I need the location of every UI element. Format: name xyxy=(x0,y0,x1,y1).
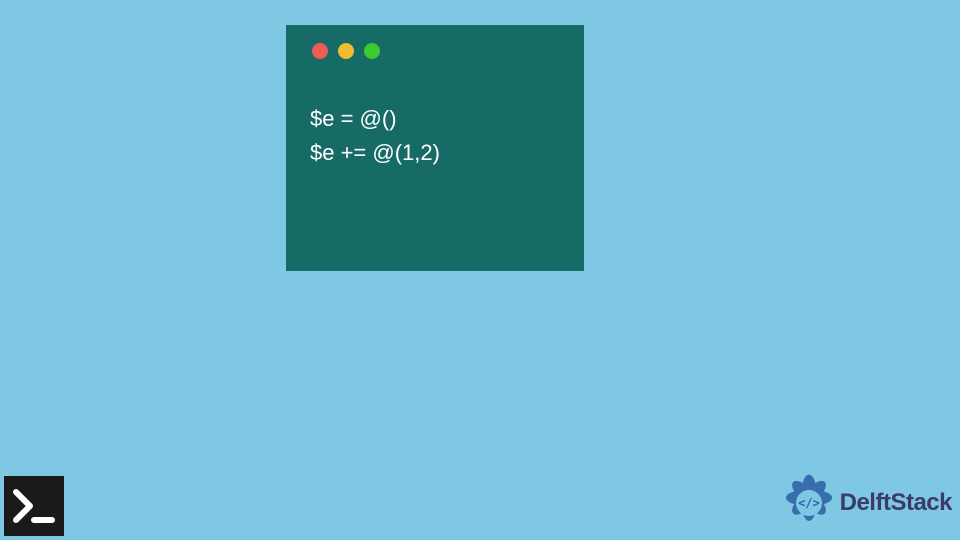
terminal-window: $e = @() $e += @(1,2) xyxy=(286,25,584,271)
powershell-icon xyxy=(4,476,64,536)
close-icon[interactable] xyxy=(312,43,328,59)
code-block: $e = @() $e += @(1,2) xyxy=(306,102,564,170)
delftstack-label: DelftStack xyxy=(840,489,952,517)
delftstack-logo-icon: </> xyxy=(780,474,838,532)
svg-text:</>: </> xyxy=(798,496,820,510)
code-line: $e = @() xyxy=(310,102,564,136)
code-line: $e += @(1,2) xyxy=(310,136,564,170)
window-controls xyxy=(312,43,564,59)
minimize-icon[interactable] xyxy=(338,43,354,59)
maximize-icon[interactable] xyxy=(364,43,380,59)
delftstack-brand: </> DelftStack xyxy=(780,474,952,532)
